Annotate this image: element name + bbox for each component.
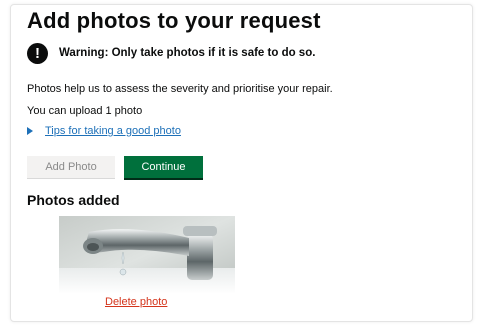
exclamation-icon: ! bbox=[27, 42, 48, 64]
tap-image bbox=[59, 216, 235, 294]
continue-button[interactable]: Continue bbox=[124, 156, 203, 178]
intro-text: Photos help us to assess the severity an… bbox=[27, 83, 333, 95]
disclosure-triangle-icon bbox=[27, 127, 33, 135]
add-photo-button[interactable]: Add Photo bbox=[27, 156, 115, 178]
dripping-tap-photo bbox=[59, 216, 235, 294]
delete-photo-link[interactable]: Delete photo bbox=[105, 296, 167, 308]
upload-limit-text: You can upload 1 photo bbox=[27, 105, 143, 117]
warning-text: Warning: Only take photos if it is safe … bbox=[59, 47, 316, 59]
page-title: Add photos to your request bbox=[27, 8, 321, 33]
tips-link[interactable]: Tips for taking a good photo bbox=[45, 125, 181, 137]
tips-details-toggle[interactable]: Tips for taking a good photo bbox=[27, 125, 181, 137]
photos-added-heading: Photos added bbox=[27, 192, 120, 208]
warning-callout: ! Warning: Only take photos if it is saf… bbox=[27, 42, 315, 64]
